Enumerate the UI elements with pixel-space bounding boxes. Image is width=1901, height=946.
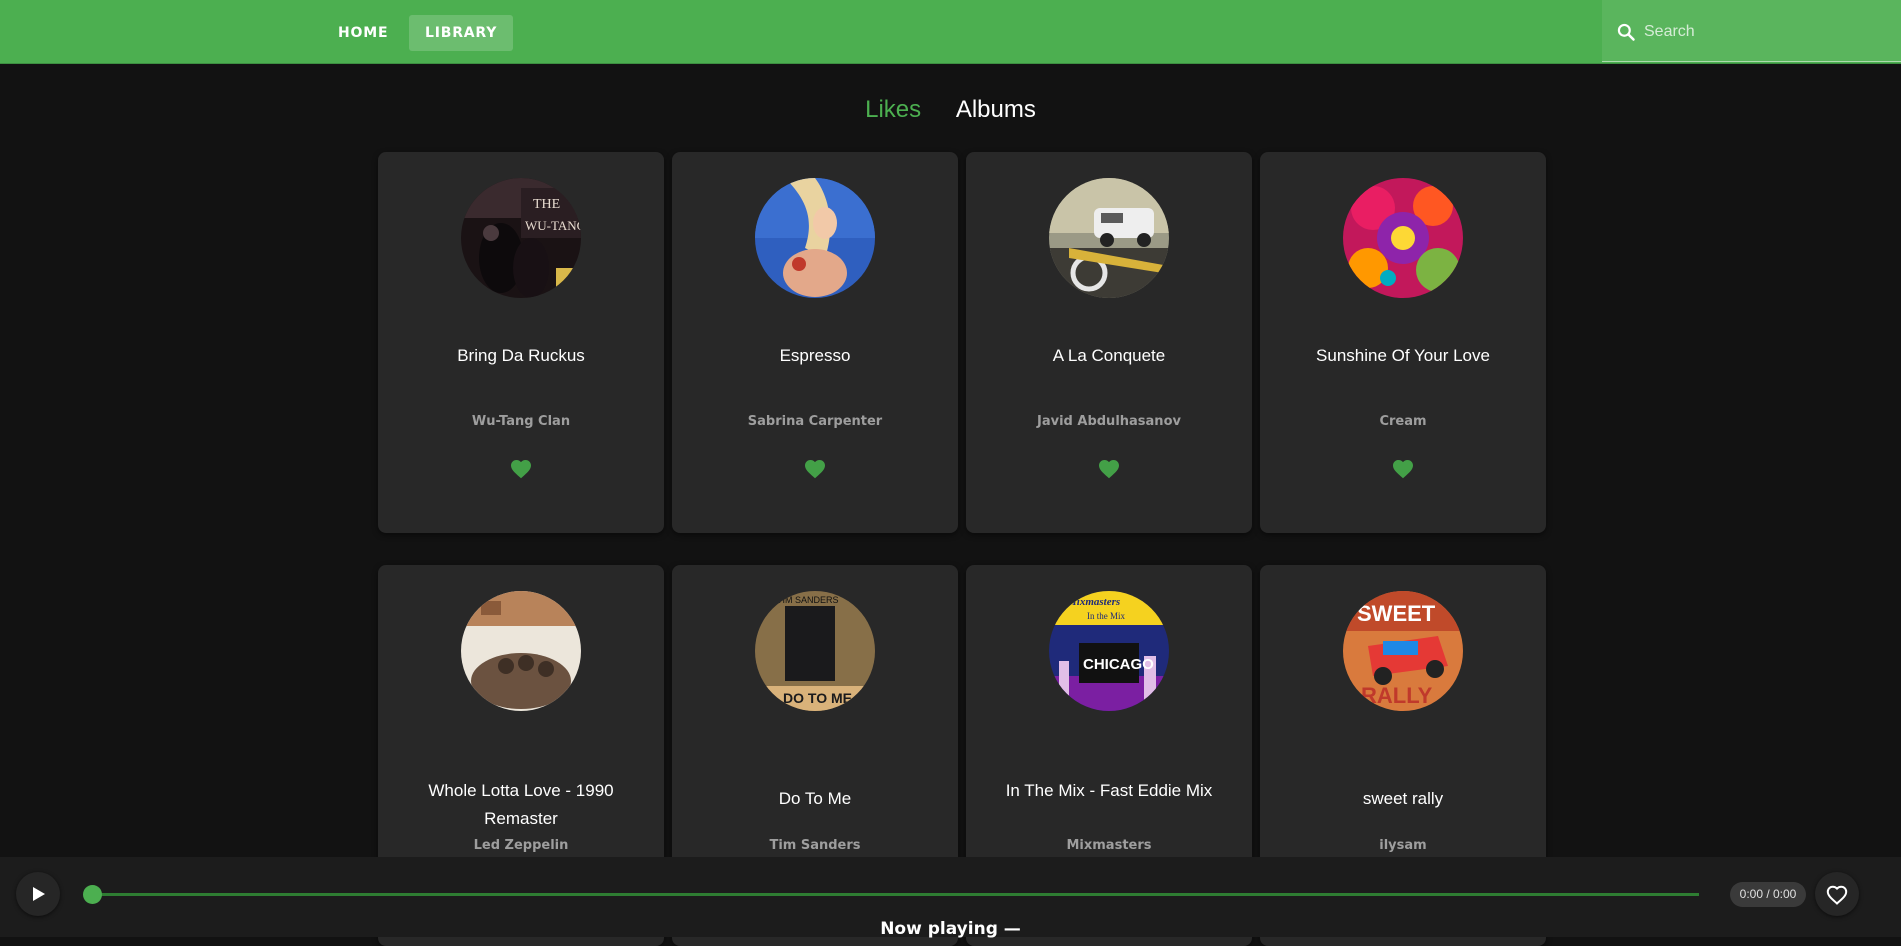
track-artist: Tim Sanders [769,838,861,853]
search-icon [1617,23,1635,41]
svg-text:WU-TANG: WU-TANG [525,218,581,233]
time-display: 0:00 / 0:00 [1730,882,1806,907]
player-bar: 0:00 / 0:00 Now playing — [0,857,1901,939]
album-cover-image: THE WU-TANG [461,178,581,298]
album-cover-image: SWEET RALLY [1343,591,1463,711]
track-artist: Wu-Tang Clan [471,414,571,429]
track-title: Espresso [779,346,851,365]
track-title: In The Mix - Fast Eddie Mix [1005,781,1213,800]
track-card[interactable]: A La Conquete Javid Abdulhasanov [966,152,1252,533]
track-title: Do To Me [778,789,852,808]
like-button[interactable] [1815,872,1859,916]
track-artist: Javid Abdulhasanov [1037,414,1181,429]
album-cover-image [1343,178,1463,298]
album-cover-image [1049,178,1169,298]
album-cover-image: Mixmasters In the Mix CHICAGO [1049,591,1169,711]
liked-tracks-grid: THE WU-TANG Bring Da Ruckus Wu-Tang Clan… [378,152,1548,946]
search-box[interactable] [1602,0,1901,62]
track-card[interactable]: THE WU-TANG Bring Da Ruckus Wu-Tang Clan [378,152,664,533]
track-artist: Sabrina Carpenter [747,414,883,429]
now-playing-label: Now playing — [880,919,1021,939]
track-artist: Mixmasters [1066,838,1152,853]
top-nav-bar: HOME LIBRARY [0,0,1901,64]
svg-text:RALLY: RALLY [1361,683,1433,708]
track-artist: Led Zeppelin [473,838,569,853]
track-card[interactable]: Sunshine Of Your Love Cream [1260,152,1546,533]
nav-library-button[interactable]: LIBRARY [409,15,514,51]
track-artist: Cream [1379,414,1427,429]
album-cover-image [755,178,875,298]
svg-text:In the Mix: In the Mix [1087,611,1125,621]
svg-text:DO TO ME: DO TO ME [783,690,852,706]
svg-text:SWEET: SWEET [1357,601,1436,626]
heart-icon[interactable] [509,457,533,481]
track-title: Bring Da Ruckus [457,346,585,365]
track-title: sweet rally [1362,789,1444,808]
progress-bar[interactable] [92,893,1699,896]
svg-text:CHICAGO: CHICAGO [1083,656,1154,673]
album-cover-image [461,591,581,711]
heart-icon[interactable] [803,457,827,481]
track-card[interactable]: Espresso Sabrina Carpenter [672,152,958,533]
tab-albums[interactable]: Albums [956,96,1036,124]
heart-outline-icon [1826,885,1848,905]
svg-text:Mixmasters: Mixmasters [1066,596,1120,608]
play-icon [33,887,45,901]
search-input[interactable] [1642,14,1886,50]
svg-text:THE: THE [533,197,560,212]
track-title: A La Conquete [1052,346,1166,365]
progress-knob[interactable] [83,885,102,904]
library-tabs: Likes Albums [0,96,1901,124]
heart-icon[interactable] [1391,457,1415,481]
svg-text:TIM SANDERS: TIM SANDERS [777,595,839,605]
track-artist: ilysam [1379,838,1427,853]
play-button[interactable] [16,872,60,916]
heart-icon[interactable] [1097,457,1121,481]
nav-home-button[interactable]: HOME [322,15,404,51]
track-title: Whole Lotta Love - 1990 Remaster [428,781,614,828]
album-cover-image: DO TO ME TIM SANDERS [755,591,875,711]
tab-likes[interactable]: Likes [865,96,921,124]
track-title: Sunshine Of Your Love [1316,346,1490,365]
